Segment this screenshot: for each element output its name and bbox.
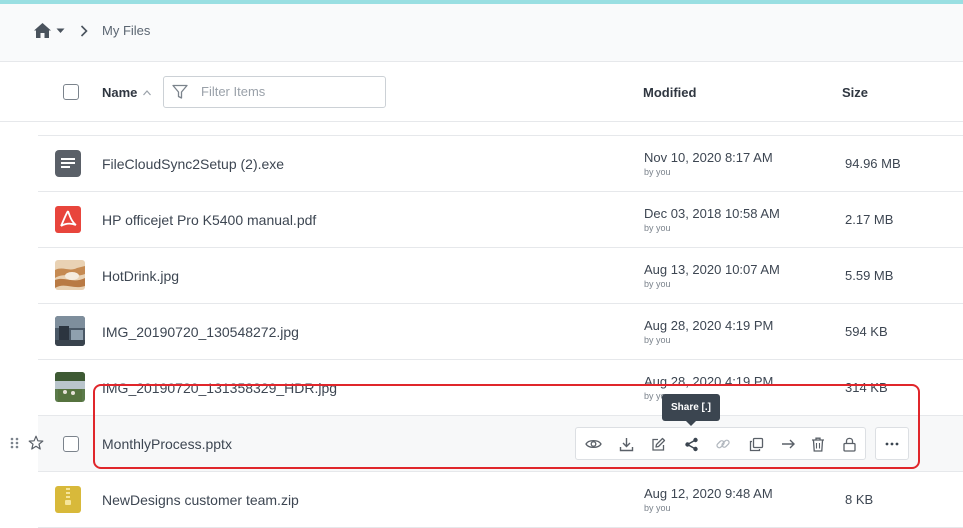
size-column-header[interactable]: Size — [842, 85, 868, 100]
file-modified: Aug 28, 2020 4:19 PM — [644, 318, 774, 333]
edit-button[interactable] — [648, 434, 668, 454]
file-size: 594 KB — [845, 324, 888, 339]
share-button[interactable] — [681, 434, 701, 454]
file-owner: by you — [644, 279, 671, 289]
file-row[interactable]: IMG_20190720_130548272.jpg Aug 28, 2020 … — [38, 304, 963, 360]
select-all-checkbox[interactable] — [63, 84, 79, 100]
sort-asc-icon — [143, 89, 152, 95]
star-icon[interactable] — [28, 435, 44, 451]
file-size: 2.17 MB — [845, 212, 894, 227]
file-modified: Dec 03, 2018 10:58 AM — [644, 206, 780, 221]
file-name[interactable]: FileCloudSync2Setup (2).exe — [102, 156, 284, 172]
file-name[interactable]: MonthlyProcess.pptx — [102, 436, 232, 452]
file-name[interactable]: NewDesigns customer team.zip — [102, 492, 299, 508]
trash-icon — [812, 437, 824, 452]
file-name[interactable]: HotDrink.jpg — [102, 268, 179, 284]
file-owner: by you — [644, 223, 671, 233]
share-tooltip: Share [.] — [662, 394, 720, 426]
file-size: 8 KB — [845, 492, 874, 507]
breadcrumb: My Files — [0, 4, 963, 62]
file-modified: Nov 10, 2020 8:17 AM — [644, 150, 773, 165]
link-icon — [716, 439, 730, 449]
image-thumbnail — [55, 260, 85, 290]
lock-icon — [842, 437, 856, 452]
row-checkbox[interactable] — [63, 436, 79, 452]
file-size: 94.96 MB — [845, 156, 901, 171]
file-name[interactable]: HP officejet Pro K5400 manual.pdf — [102, 212, 316, 228]
file-size: 314 KB — [845, 380, 888, 395]
more-actions-button[interactable] — [875, 427, 909, 460]
home-button[interactable] — [33, 22, 65, 39]
file-owner: by you — [644, 503, 671, 513]
file-row[interactable]: HotDrink.jpg Aug 13, 2020 10:07 AM by yo… — [38, 248, 963, 304]
download-icon — [619, 437, 633, 451]
exe-file-icon — [55, 150, 81, 177]
image-thumbnail — [55, 372, 85, 402]
filter-icon — [172, 84, 188, 99]
caret-down-icon — [56, 28, 65, 33]
file-modified: Aug 13, 2020 10:07 AM — [644, 262, 780, 277]
file-row[interactable]: IMG_20190720_131358329_HDR.jpg Aug 28, 2… — [38, 360, 963, 416]
copy-icon — [749, 437, 763, 451]
file-name[interactable]: IMG_20190720_131358329_HDR.jpg — [102, 380, 337, 396]
move-icon — [781, 439, 795, 449]
file-modified: Aug 12, 2020 9:48 AM — [644, 486, 773, 501]
filter-box — [163, 76, 386, 108]
sort-by-name[interactable]: Name — [102, 85, 152, 100]
file-row[interactable]: HP officejet Pro K5400 manual.pdf Dec 03… — [38, 192, 963, 248]
file-row[interactable]: FileCloudSync2Setup (2).exe Nov 10, 2020… — [38, 136, 963, 192]
filter-input[interactable] — [201, 84, 371, 99]
drag-handle-icon[interactable] — [10, 437, 19, 449]
eye-icon — [584, 439, 602, 449]
file-row[interactable]: NewDesigns customer team.zip Aug 12, 202… — [38, 472, 963, 528]
row-actions-toolbar — [575, 427, 866, 460]
zip-file-icon — [55, 486, 81, 513]
download-button[interactable] — [616, 434, 636, 454]
list-header: Name Modified Size — [0, 62, 963, 122]
more-icon — [885, 442, 899, 445]
chevron-right-icon — [80, 25, 88, 37]
lock-button[interactable] — [839, 434, 859, 454]
file-size: 5.59 MB — [845, 268, 894, 283]
delete-button[interactable] — [808, 434, 828, 454]
copy-button[interactable] — [746, 434, 766, 454]
file-owner: by you — [644, 335, 671, 345]
home-icon — [34, 23, 51, 38]
file-modified: Aug 28, 2020 4:19 PM — [644, 374, 774, 389]
breadcrumb-current[interactable]: My Files — [102, 23, 150, 38]
pdf-file-icon — [55, 206, 81, 233]
file-owner: by you — [644, 167, 671, 177]
modified-column-header[interactable]: Modified — [643, 85, 696, 100]
move-button[interactable] — [778, 434, 798, 454]
image-thumbnail — [55, 316, 85, 346]
link-button[interactable] — [713, 434, 733, 454]
share-icon — [684, 437, 698, 451]
name-column-label: Name — [102, 85, 138, 100]
file-name[interactable]: IMG_20190720_130548272.jpg — [102, 324, 299, 340]
edit-icon — [651, 437, 665, 451]
preview-button[interactable] — [583, 434, 603, 454]
